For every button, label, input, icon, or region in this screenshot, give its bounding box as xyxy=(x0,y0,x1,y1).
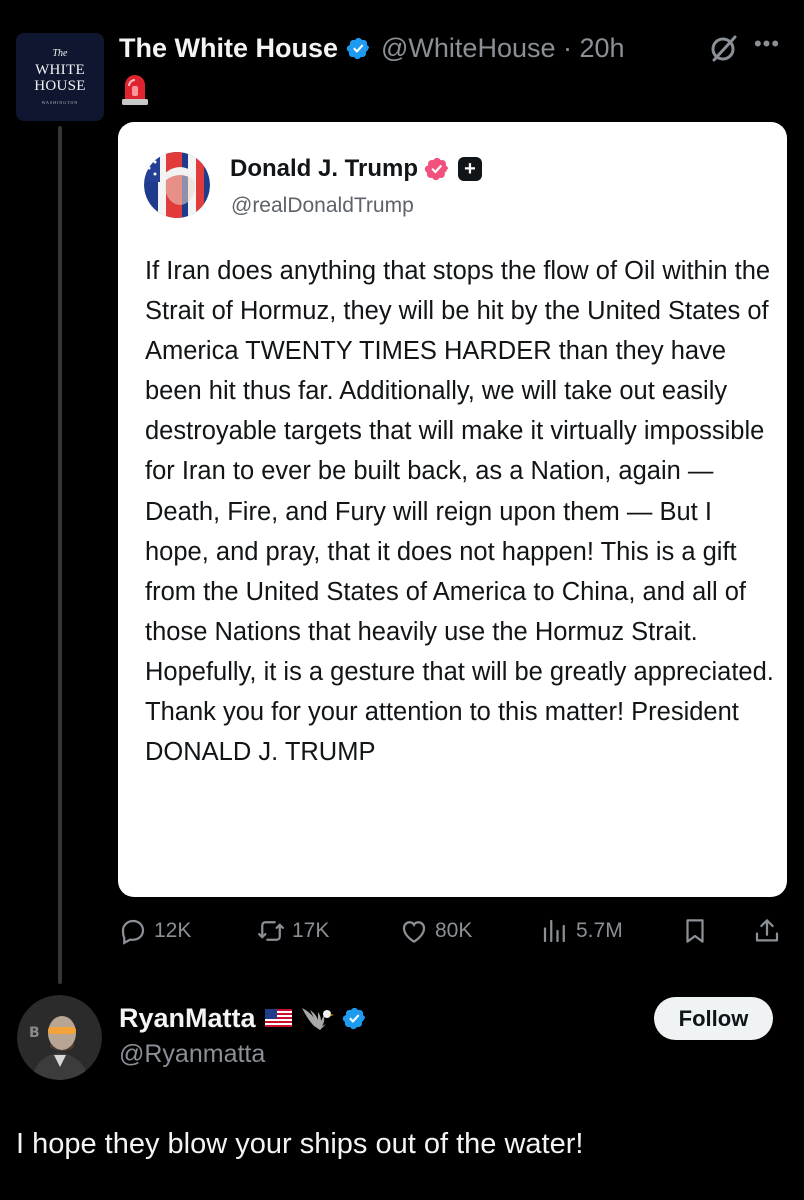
reply-button[interactable]: 12K xyxy=(118,914,191,948)
avatar-text-house: HOUSE xyxy=(34,78,86,95)
repost-icon xyxy=(258,921,284,941)
white-house-avatar[interactable]: The WHITE HOUSE WASHINGTON xyxy=(16,33,104,121)
share-icon xyxy=(755,919,779,942)
quoted-author-name[interactable]: Donald J. Trump xyxy=(230,155,418,183)
bookmark-button[interactable] xyxy=(680,914,710,948)
like-count: 80K xyxy=(435,919,473,942)
heart-icon xyxy=(402,921,426,943)
reply-count: 12K xyxy=(154,919,192,942)
tweet-header: The White House @WhiteHouse · 20h xyxy=(119,30,625,66)
follow-button[interactable]: Follow xyxy=(654,997,773,1040)
author-handle-and-time[interactable]: @WhiteHouse · 20h xyxy=(381,33,625,64)
bookmark-icon xyxy=(686,919,704,943)
like-button[interactable]: 80K xyxy=(399,914,472,948)
grok-icon[interactable] xyxy=(708,32,740,64)
repost-count: 17K xyxy=(292,919,330,942)
us-flag-icon xyxy=(264,1009,292,1027)
reply-header: RyanMatta xyxy=(119,1000,367,1036)
share-button[interactable] xyxy=(752,914,782,948)
verified-badge-icon xyxy=(346,37,370,59)
views-count: 5.7M xyxy=(576,919,623,942)
views-icon xyxy=(543,919,565,943)
more-options-icon[interactable]: ••• xyxy=(752,32,782,62)
siren-icon xyxy=(122,75,148,105)
reply-icon xyxy=(121,919,145,945)
avatar-text-white: WHITE xyxy=(35,62,85,79)
thread-connector-line xyxy=(58,126,62,984)
trump-avatar[interactable] xyxy=(144,152,210,218)
reply-text: I hope they blow your ships out of the w… xyxy=(16,1128,584,1160)
repost-button[interactable]: 17K xyxy=(256,914,329,948)
avatar-text-washington: WASHINGTON xyxy=(41,99,79,105)
reply-author-handle[interactable]: @Ryanmatta xyxy=(119,1040,265,1069)
quoted-author-row: Donald J. Trump + xyxy=(230,155,483,183)
ryanmatta-avatar[interactable]: B xyxy=(17,995,102,1080)
bitcoin-symbol: B xyxy=(29,1025,40,1041)
views-button[interactable]: 5.7M xyxy=(540,914,623,948)
quoted-author-handle[interactable]: @realDonaldTrump xyxy=(231,194,414,218)
quoted-post-card[interactable]: Donald J. Trump + @realDonaldTrump If Ir… xyxy=(118,122,787,897)
eagle-icon xyxy=(301,1008,334,1030)
verified-badge-icon xyxy=(342,1007,365,1029)
quoted-post-text: If Iran does anything that stops the flo… xyxy=(145,257,774,767)
verified-badge-icon xyxy=(424,157,449,181)
reply-author-name[interactable]: RyanMatta xyxy=(119,1003,256,1034)
author-name[interactable]: The White House xyxy=(119,33,338,64)
avatar-text-the: The xyxy=(52,47,68,59)
plus-badge-icon: + xyxy=(458,157,483,181)
